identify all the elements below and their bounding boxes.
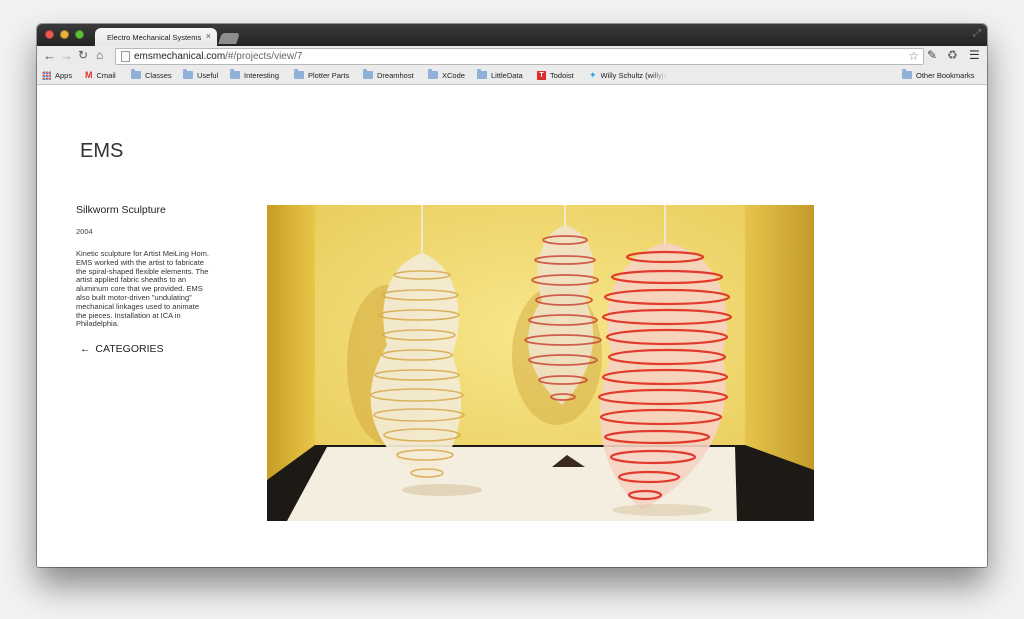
- bookmarks-bar: Apps M Cmail Classes Useful Interesting P…: [37, 66, 987, 85]
- bookmark-label: XCode: [442, 70, 465, 80]
- bookmark-plotter-parts[interactable]: Plotter Parts: [294, 69, 349, 81]
- todoist-icon: T: [537, 70, 546, 80]
- active-tab[interactable]: Electro Mechanical Systems ×: [95, 28, 217, 46]
- project-photo: [267, 205, 814, 521]
- bookmark-dreamhost[interactable]: Dreamhost: [363, 69, 414, 81]
- url-path: /#/projects/view/7: [225, 51, 303, 62]
- page-icon: [121, 51, 130, 62]
- fullscreen-icon[interactable]: ⤢: [973, 28, 981, 39]
- bookmark-classes[interactable]: Classes: [131, 69, 172, 81]
- folder-icon: [428, 69, 438, 79]
- window-controls: [45, 30, 84, 39]
- bookmark-label: Classes: [145, 70, 172, 80]
- browser-toolbar: ← → ↻ ⌂ emsmechanical.com/#/projects/vie…: [37, 46, 987, 66]
- project-year: 2004: [76, 227, 93, 236]
- tab-close-icon[interactable]: ×: [206, 31, 211, 41]
- back-arrow-icon[interactable]: ←: [43, 48, 56, 63]
- folder-icon: [477, 69, 487, 79]
- bookmark-label: Interesting: [244, 70, 280, 80]
- zoom-window-button[interactable]: [75, 30, 84, 39]
- reload-icon[interactable]: ↻: [78, 48, 88, 63]
- bookmark-xcode[interactable]: XCode: [428, 69, 465, 81]
- bookmark-todoist[interactable]: T Todoist: [537, 69, 574, 81]
- twitter-bird-icon: ✦: [589, 69, 597, 80]
- new-tab-button[interactable]: [218, 33, 240, 44]
- folder-icon: [131, 69, 141, 79]
- home-icon[interactable]: ⌂: [96, 48, 103, 63]
- bookmark-label: Other Bookmarks: [916, 70, 975, 80]
- left-arrow-icon: ←: [80, 343, 91, 355]
- bookmark-useful[interactable]: Useful: [183, 69, 218, 81]
- bookmark-interesting[interactable]: Interesting: [230, 69, 279, 81]
- bookmark-label: Plotter Parts: [308, 70, 350, 80]
- url-host: emsmechanical.com: [134, 51, 226, 62]
- bookmark-label: Apps: [55, 70, 73, 80]
- tab-strip: Electro Mechanical Systems × ⤢: [37, 24, 987, 46]
- address-bar[interactable]: emsmechanical.com/#/projects/view/7 ☆: [115, 48, 924, 65]
- folder-icon: [363, 69, 373, 79]
- project-title: Silkworm Sculpture: [76, 204, 166, 216]
- categories-back-link[interactable]: ← CATEGORIES: [80, 343, 164, 355]
- bookmark-apps[interactable]: Apps: [42, 69, 72, 81]
- folder-icon: [230, 69, 240, 79]
- bookmark-label: Todoist: [550, 70, 574, 80]
- url-text: emsmechanical.com/#/projects/view/7: [134, 50, 302, 63]
- site-title[interactable]: EMS: [80, 140, 123, 163]
- folder-icon: [183, 69, 193, 79]
- folder-icon: [294, 69, 304, 79]
- project-description: Kinetic sculpture for Artist MeiLing Hom…: [76, 249, 209, 329]
- bookmark-other[interactable]: Other Bookmarks: [902, 69, 974, 81]
- bookmark-label: Willy Schultz (willyjs: [600, 70, 668, 80]
- categories-label: CATEGORIES: [95, 343, 164, 355]
- apps-icon: [42, 70, 51, 80]
- bookmark-gmail[interactable]: M Cmail: [85, 69, 116, 81]
- page-content: EMS Silkworm Sculpture 2004 Kinetic scul…: [37, 85, 987, 567]
- bookmark-twitter[interactable]: ✦ Willy Schultz (willyjs: [589, 69, 667, 81]
- browser-window: Electro Mechanical Systems × ⤢ ← → ↻ ⌂ e…: [37, 24, 987, 567]
- minimize-window-button[interactable]: [60, 30, 69, 39]
- bookmark-label: LittleData: [491, 70, 523, 80]
- recycle-extension-icon[interactable]: ♻: [947, 48, 958, 63]
- close-window-button[interactable]: [45, 30, 54, 39]
- forward-arrow-icon[interactable]: →: [60, 48, 73, 63]
- bookmark-label: Cmail: [96, 70, 116, 80]
- tab-title: Electro Mechanical Systems: [107, 33, 202, 42]
- folder-icon: [902, 69, 912, 79]
- tools-extension-icon[interactable]: ✎: [927, 48, 937, 63]
- bookmark-label: Useful: [197, 70, 219, 80]
- menu-icon[interactable]: ☰: [969, 48, 980, 63]
- gmail-icon: M: [85, 70, 93, 80]
- bookmark-star-icon[interactable]: ☆: [908, 49, 919, 63]
- bookmark-littledata[interactable]: LittleData: [477, 69, 523, 81]
- bookmark-label: Dreamhost: [377, 70, 414, 80]
- silkworm-sculpture-image: [267, 205, 814, 521]
